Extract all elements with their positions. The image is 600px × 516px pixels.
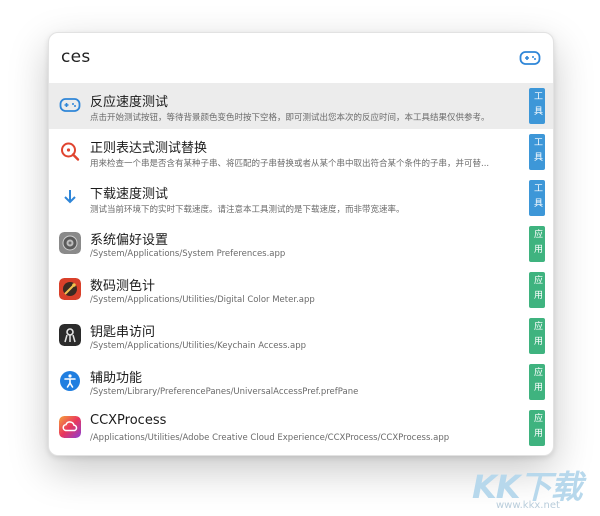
regex-search-icon: [59, 140, 81, 162]
result-item-download-speed[interactable]: 下载速度测试 测试当前环境下的实时下载速度。请注意本工具测试的是下载速度，而非带…: [49, 175, 553, 221]
result-item-reaction-test[interactable]: 反应速度测试 点击开始测试按钮，等待背景颜色变色时按下空格，即可测试出您本次的反…: [49, 83, 553, 129]
app-badge: 应用: [529, 226, 545, 262]
result-item-keychain-access[interactable]: 钥匙串访问 /System/Applications/Utilities/Key…: [49, 313, 553, 359]
result-subtitle: /System/Applications/System Preferences.…: [90, 249, 286, 259]
result-item-digital-color-meter[interactable]: 数码测色计 /System/Applications/Utilities/Dig…: [49, 267, 553, 313]
result-item-regex-test[interactable]: 正则表达式测试替换 用来检查一个串是否含有某种子串、将匹配的子串替换或者从某个串…: [49, 129, 553, 175]
tool-badge: 工具: [529, 134, 545, 170]
launcher-panel: ces 反应速度测试 点击开始测试按钮，等待背景颜色变色时按下空格，即可测试出您…: [48, 32, 554, 456]
color-meter-icon: [59, 278, 81, 300]
tool-badge: 工具: [529, 180, 545, 216]
app-badge: 应用: [529, 272, 545, 308]
app-badge: 应用: [529, 410, 545, 446]
tool-badge: 工具: [529, 88, 545, 124]
result-title: 正则表达式测试替换: [90, 141, 208, 156]
app-badge: 应用: [529, 364, 545, 400]
result-title: 下载速度测试: [90, 187, 169, 202]
result-title: 数码测色计: [90, 279, 156, 294]
result-title: 钥匙串访问: [90, 325, 156, 340]
result-subtitle: /System/Applications/Utilities/Keychain …: [90, 341, 306, 351]
app-badge: 应用: [529, 318, 545, 354]
system-preferences-icon: [59, 232, 81, 254]
result-title: 系统偏好设置: [90, 233, 169, 248]
accessibility-icon: [59, 370, 81, 392]
search-bar[interactable]: ces: [49, 33, 553, 83]
result-item-system-preferences[interactable]: 系统偏好设置 /System/Applications/System Prefe…: [49, 221, 553, 267]
result-subtitle: 点击开始测试按钮，等待背景颜色变色时按下空格，即可测试出您本次的反应时间，本工具…: [90, 113, 490, 123]
results-list: 反应速度测试 点击开始测试按钮，等待背景颜色变色时按下空格，即可测试出您本次的反…: [49, 83, 553, 451]
result-subtitle: 用来检查一个串是否含有某种子串、将匹配的子串替换或者从某个串中取出符合某个条件的…: [90, 159, 490, 169]
watermark-url: www.kkx.net: [496, 500, 560, 511]
result-item-accessibility[interactable]: 辅助功能 /System/Library/PreferencePanes/Uni…: [49, 359, 553, 405]
result-subtitle: /System/Library/PreferencePanes/Universa…: [90, 387, 359, 397]
result-title: CCXProcess: [90, 413, 167, 428]
gamepad-icon: [59, 94, 81, 116]
result-subtitle: /System/Applications/Utilities/Digital C…: [90, 295, 315, 305]
download-arrow-icon: [59, 186, 81, 208]
search-input[interactable]: ces: [61, 47, 91, 67]
result-title: 反应速度测试: [90, 95, 169, 110]
result-title: 辅助功能: [90, 371, 143, 386]
gamepad-mode-icon[interactable]: [519, 49, 541, 67]
result-subtitle: 测试当前环境下的实时下载速度。请注意本工具测试的是下载速度，而非带宽速率。: [90, 205, 405, 215]
keychain-icon: [59, 324, 81, 346]
result-subtitle: /Applications/Utilities/Adobe Creative C…: [90, 433, 450, 443]
result-item-ccxprocess[interactable]: CCXProcess /Applications/Utilities/Adobe…: [49, 405, 553, 451]
creative-cloud-icon: [59, 416, 81, 438]
